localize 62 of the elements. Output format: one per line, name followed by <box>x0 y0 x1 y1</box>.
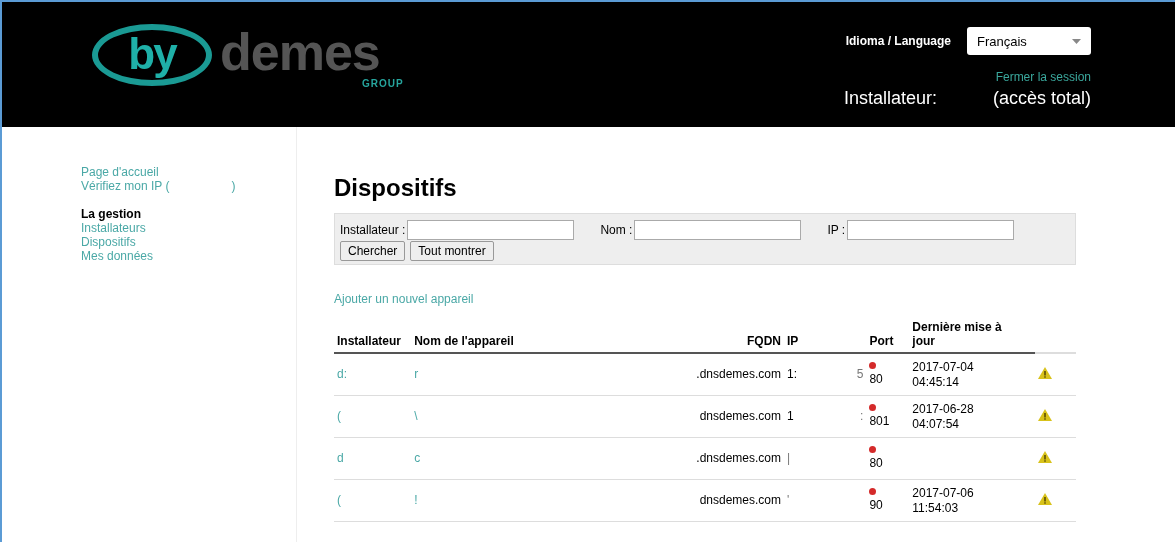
device-name-link[interactable]: \ <box>414 409 418 423</box>
table-cell: 5 <box>856 367 864 382</box>
logout-link[interactable]: Fermer la session <box>995 70 1091 84</box>
column-header: Port <box>866 320 910 353</box>
warning-icon[interactable] <box>1038 408 1052 421</box>
section-title: La gestion <box>81 207 142 221</box>
sidebar-link[interactable]: Vérifiez mon IP ( <box>81 179 170 193</box>
access-level: (accès total) <box>992 88 1091 109</box>
installer-link[interactable]: ( <box>337 493 341 507</box>
column-header: Installateur <box>334 320 412 353</box>
column-header: Dernière mise à jour <box>909 320 1035 353</box>
table-cell-text: 04:07:54 <box>912 416 961 432</box>
table-cell: : <box>860 409 864 424</box>
filter-label: Nom : <box>600 223 633 237</box>
table-cell-text: 90 <box>869 498 884 513</box>
filter-field[interactable] <box>847 220 1015 240</box>
device-name-link[interactable]: c <box>414 451 421 465</box>
table-cell: | <box>787 451 791 466</box>
table-cell: 1 <box>787 409 794 424</box>
column-header: Nom de l'appareil <box>411 320 668 353</box>
page-title: Dispositifs <box>334 174 458 202</box>
logo-drawing: by demes GROUP <box>92 24 422 94</box>
filter-button[interactable]: Tout montrer <box>410 241 494 261</box>
sidebar-link[interactable]: Dispositifs <box>81 235 296 249</box>
column-header: IP <box>784 320 867 353</box>
table-cell-text: 04:45:14 <box>912 374 961 390</box>
table-cell: .dnsdemes.com <box>696 451 781 465</box>
table-cell-text: 2017-07-04 <box>912 359 975 375</box>
device-name-link[interactable]: ! <box>414 493 418 507</box>
table-cell-text: 80 <box>869 372 884 387</box>
installer-link[interactable]: d <box>337 451 344 465</box>
caret-icon <box>1072 38 1081 44</box>
filter-field[interactable] <box>407 220 575 240</box>
column-header: FQDN <box>668 320 784 353</box>
installer-link[interactable]: d: <box>337 367 347 381</box>
add-device-link[interactable]: Ajouter un nouvel appareil <box>334 292 1175 306</box>
table-cell-text: 80 <box>869 456 884 471</box>
sidebar-link[interactable]: Page d'accueil <box>81 165 159 179</box>
table-cell: ' <box>787 493 790 508</box>
filter-label: Installateur : <box>340 223 406 237</box>
table-cell-text: 2017-06-28 <box>912 401 975 417</box>
table-cell: .dnsdemes.com <box>696 367 781 381</box>
table-cell-text: 2017-07-06 <box>912 485 975 501</box>
installer-link[interactable]: ( <box>337 409 341 423</box>
table-cell: 1: <box>787 367 797 382</box>
filter-label: IP : <box>827 223 846 237</box>
filter-field[interactable] <box>634 220 802 240</box>
sidebar-link[interactable]: Installateurs <box>81 221 296 235</box>
table-cell-text: 11:54:03 <box>912 500 960 516</box>
table-cell: dnsdemes.com <box>699 493 781 507</box>
table-cell: dnsdemes.com <box>699 409 781 423</box>
table-cell-text: 801 <box>869 414 891 429</box>
filter-button[interactable]: Chercher <box>340 241 406 261</box>
warning-icon[interactable] <box>1038 366 1052 379</box>
language-select[interactable]: Français <box>967 27 1091 55</box>
warning-icon[interactable] <box>1038 492 1052 505</box>
sidebar-link-tail: ) <box>231 179 236 193</box>
device-name-link[interactable]: r <box>414 367 419 381</box>
sidebar-link[interactable]: Mes données <box>81 249 296 263</box>
language-label: Idioma / Language <box>845 34 951 48</box>
warning-icon[interactable] <box>1038 450 1052 463</box>
user-role-label: Installateur: <box>843 88 937 109</box>
